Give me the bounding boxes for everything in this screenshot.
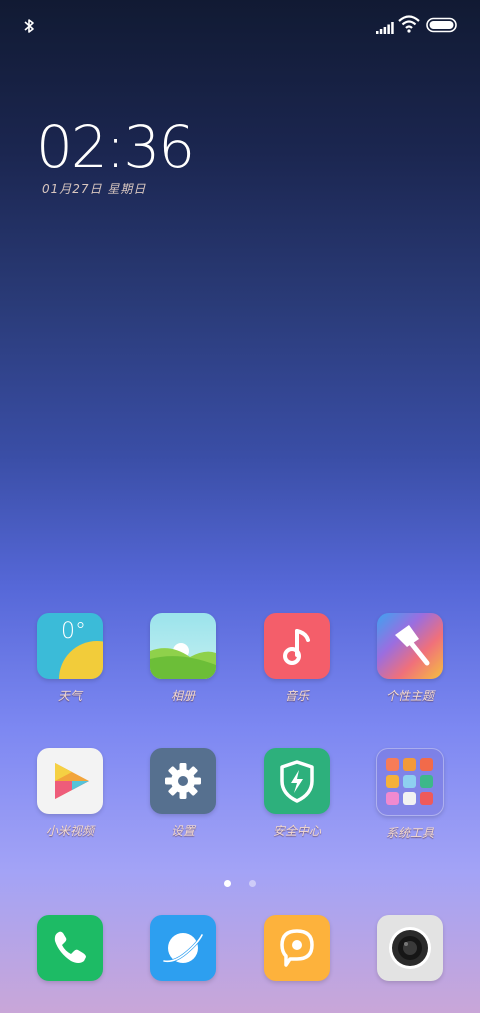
- app-themes[interactable]: 个性主题: [355, 613, 465, 704]
- settings-gear-icon: [150, 748, 216, 814]
- wifi-icon: [398, 15, 420, 37]
- app-label: 系统工具: [385, 826, 434, 840]
- weather-temp: 0°: [61, 619, 86, 644]
- app-label: 天气: [57, 689, 82, 703]
- dock-phone[interactable]: [15, 915, 125, 981]
- status-bar: [0, 0, 480, 50]
- camera-icon: [377, 915, 443, 981]
- gallery-icon: [150, 613, 216, 679]
- app-video[interactable]: 小米视频: [15, 748, 125, 839]
- app-label: 安全中心: [272, 824, 321, 838]
- phone-icon: [37, 915, 103, 981]
- app-label: 相册: [170, 689, 195, 703]
- page-indicator[interactable]: [0, 872, 480, 891]
- app-settings[interactable]: 设置: [128, 748, 238, 839]
- clock-date[interactable]: 01月27日 星期日: [42, 180, 146, 197]
- app-label: 小米视频: [45, 824, 94, 838]
- app-label: 音乐: [284, 689, 309, 703]
- folder-icon: [376, 748, 444, 816]
- app-weather[interactable]: 0° 天气: [15, 613, 125, 704]
- app-label: 个性主题: [385, 689, 434, 703]
- signal-bars-icon: [376, 19, 394, 38]
- video-icon: [37, 748, 103, 814]
- security-shield-icon: [264, 748, 330, 814]
- page-dot-1[interactable]: [224, 880, 232, 887]
- battery-full-icon: [426, 17, 458, 37]
- app-label: 设置: [170, 824, 195, 838]
- weather-icon: 0°: [37, 613, 103, 679]
- music-icon: [264, 613, 330, 679]
- page-dot-2[interactable]: [248, 880, 256, 887]
- dock-messages[interactable]: [242, 915, 352, 981]
- browser-icon: [150, 915, 216, 981]
- app-folder-system-tools[interactable]: 系统工具: [355, 748, 465, 841]
- themes-icon: [377, 613, 443, 679]
- dock-camera[interactable]: [355, 915, 465, 981]
- clock-time[interactable]: 02:36: [36, 118, 195, 176]
- bluetooth-icon: [22, 17, 36, 39]
- app-music[interactable]: 音乐: [242, 613, 352, 704]
- app-gallery[interactable]: 相册: [128, 613, 238, 704]
- app-security[interactable]: 安全中心: [242, 748, 352, 839]
- dock-browser[interactable]: [128, 915, 238, 981]
- messages-icon: [264, 915, 330, 981]
